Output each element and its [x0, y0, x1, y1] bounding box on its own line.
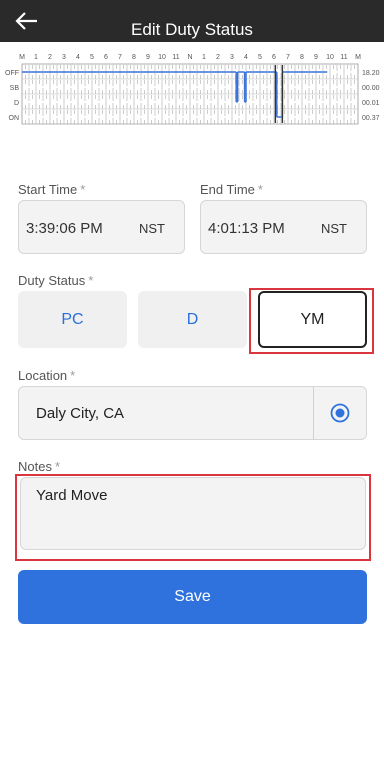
- hour-label: 11: [172, 54, 179, 61]
- hour-label: 7: [118, 54, 122, 61]
- hour-label: 4: [244, 54, 248, 61]
- location-label: Location *: [18, 368, 76, 383]
- notes-value: Yard Move: [36, 487, 108, 504]
- page-title: Edit Duty Status: [131, 20, 253, 39]
- row-total: 00.01: [362, 100, 380, 107]
- hour-label: 5: [90, 54, 94, 61]
- hour-label: 11: [340, 54, 347, 61]
- start-time-label: Start Time *: [18, 182, 86, 197]
- ym-highlight-box: [249, 288, 374, 354]
- hour-label: 6: [272, 54, 276, 61]
- row-label: OFF: [5, 70, 19, 77]
- hour-label: 9: [146, 54, 150, 61]
- location-value: Daly City, CA: [36, 405, 125, 422]
- duty-log-graph: M 1 2 3 4 5 6 7 8 9 10 11 N 1 2 3 4 5 6 7 8 9 10 11 M OFF 18.20 SB 0…: [5, 54, 380, 125]
- duty-status-d-button[interactable]: D: [138, 291, 247, 348]
- row-label: ON: [9, 115, 20, 122]
- gps-target-icon[interactable]: [330, 403, 350, 423]
- notes-label: Notes *: [18, 459, 61, 474]
- hour-label: 2: [216, 54, 220, 61]
- hour-label: 2: [48, 54, 52, 61]
- hour-label: 6: [104, 54, 108, 61]
- row-total: 18.20: [362, 70, 380, 77]
- start-timezone: NST: [139, 221, 165, 236]
- hour-label: 3: [62, 54, 66, 61]
- row-label: SB: [10, 85, 20, 92]
- app-header: Edit Duty Status: [0, 0, 384, 42]
- end-time-value: 4:01:13 PM: [208, 220, 285, 237]
- end-timezone: NST: [321, 221, 347, 236]
- hour-label: 5: [258, 54, 262, 61]
- start-time-field[interactable]: 3:39:06 PM NST: [18, 200, 185, 254]
- hour-label: 8: [132, 54, 136, 61]
- row-total: 00.00: [362, 85, 380, 92]
- location-field[interactable]: Daly City, CA: [18, 386, 367, 440]
- hour-label: M: [355, 54, 361, 61]
- hour-label: 3: [230, 54, 234, 61]
- duty-status-pc-button[interactable]: PC: [18, 291, 127, 348]
- start-time-value: 3:39:06 PM: [26, 220, 103, 237]
- hour-label: N: [187, 54, 192, 61]
- save-button[interactable]: Save: [18, 570, 367, 624]
- hour-label: 1: [34, 54, 38, 61]
- hour-label: 10: [326, 54, 334, 61]
- row-label: D: [14, 100, 19, 107]
- hour-label: M: [19, 54, 25, 61]
- end-time-label: End Time *: [200, 182, 263, 197]
- hour-label: 9: [314, 54, 318, 61]
- hour-label: 10: [158, 54, 166, 61]
- duty-status-label: Duty Status *: [18, 273, 94, 288]
- hour-label: 8: [300, 54, 304, 61]
- hour-label: 7: [286, 54, 290, 61]
- row-total: 00.37: [362, 115, 380, 122]
- location-divider: [313, 387, 314, 439]
- end-time-field[interactable]: 4:01:13 PM NST: [200, 200, 367, 254]
- hour-label: 1: [202, 54, 206, 61]
- notes-textarea[interactable]: Yard Move: [20, 477, 366, 550]
- hour-label: 4: [76, 54, 80, 61]
